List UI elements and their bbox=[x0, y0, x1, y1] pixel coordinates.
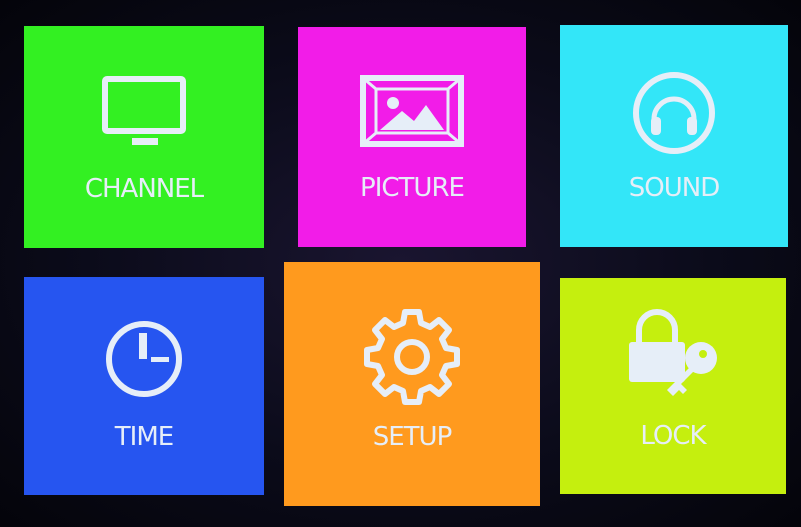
sound-tile[interactable]: SOUND bbox=[560, 25, 788, 247]
setup-tile[interactable]: SETUP bbox=[284, 262, 540, 506]
tv-main-menu: CHANNEL PICTURE SOUND TIME SETUP LOCK bbox=[0, 0, 801, 527]
lock-label: LOCK bbox=[640, 421, 706, 451]
tv-monitor-icon bbox=[102, 76, 186, 145]
time-tile[interactable]: TIME bbox=[24, 277, 264, 495]
gear-icon bbox=[364, 309, 460, 405]
sound-label: SOUND bbox=[628, 173, 720, 203]
time-label: TIME bbox=[114, 422, 174, 452]
headphones-icon bbox=[633, 72, 715, 154]
picture-label: PICTURE bbox=[360, 173, 465, 203]
lock-key-icon bbox=[629, 309, 717, 396]
setup-label: SETUP bbox=[372, 422, 453, 452]
channel-tile[interactable]: CHANNEL bbox=[24, 26, 264, 248]
lock-tile[interactable]: LOCK bbox=[560, 278, 786, 494]
clock-icon bbox=[106, 321, 182, 397]
picture-frame-icon bbox=[360, 75, 464, 147]
channel-label: CHANNEL bbox=[84, 174, 204, 204]
picture-tile[interactable]: PICTURE bbox=[298, 27, 526, 247]
